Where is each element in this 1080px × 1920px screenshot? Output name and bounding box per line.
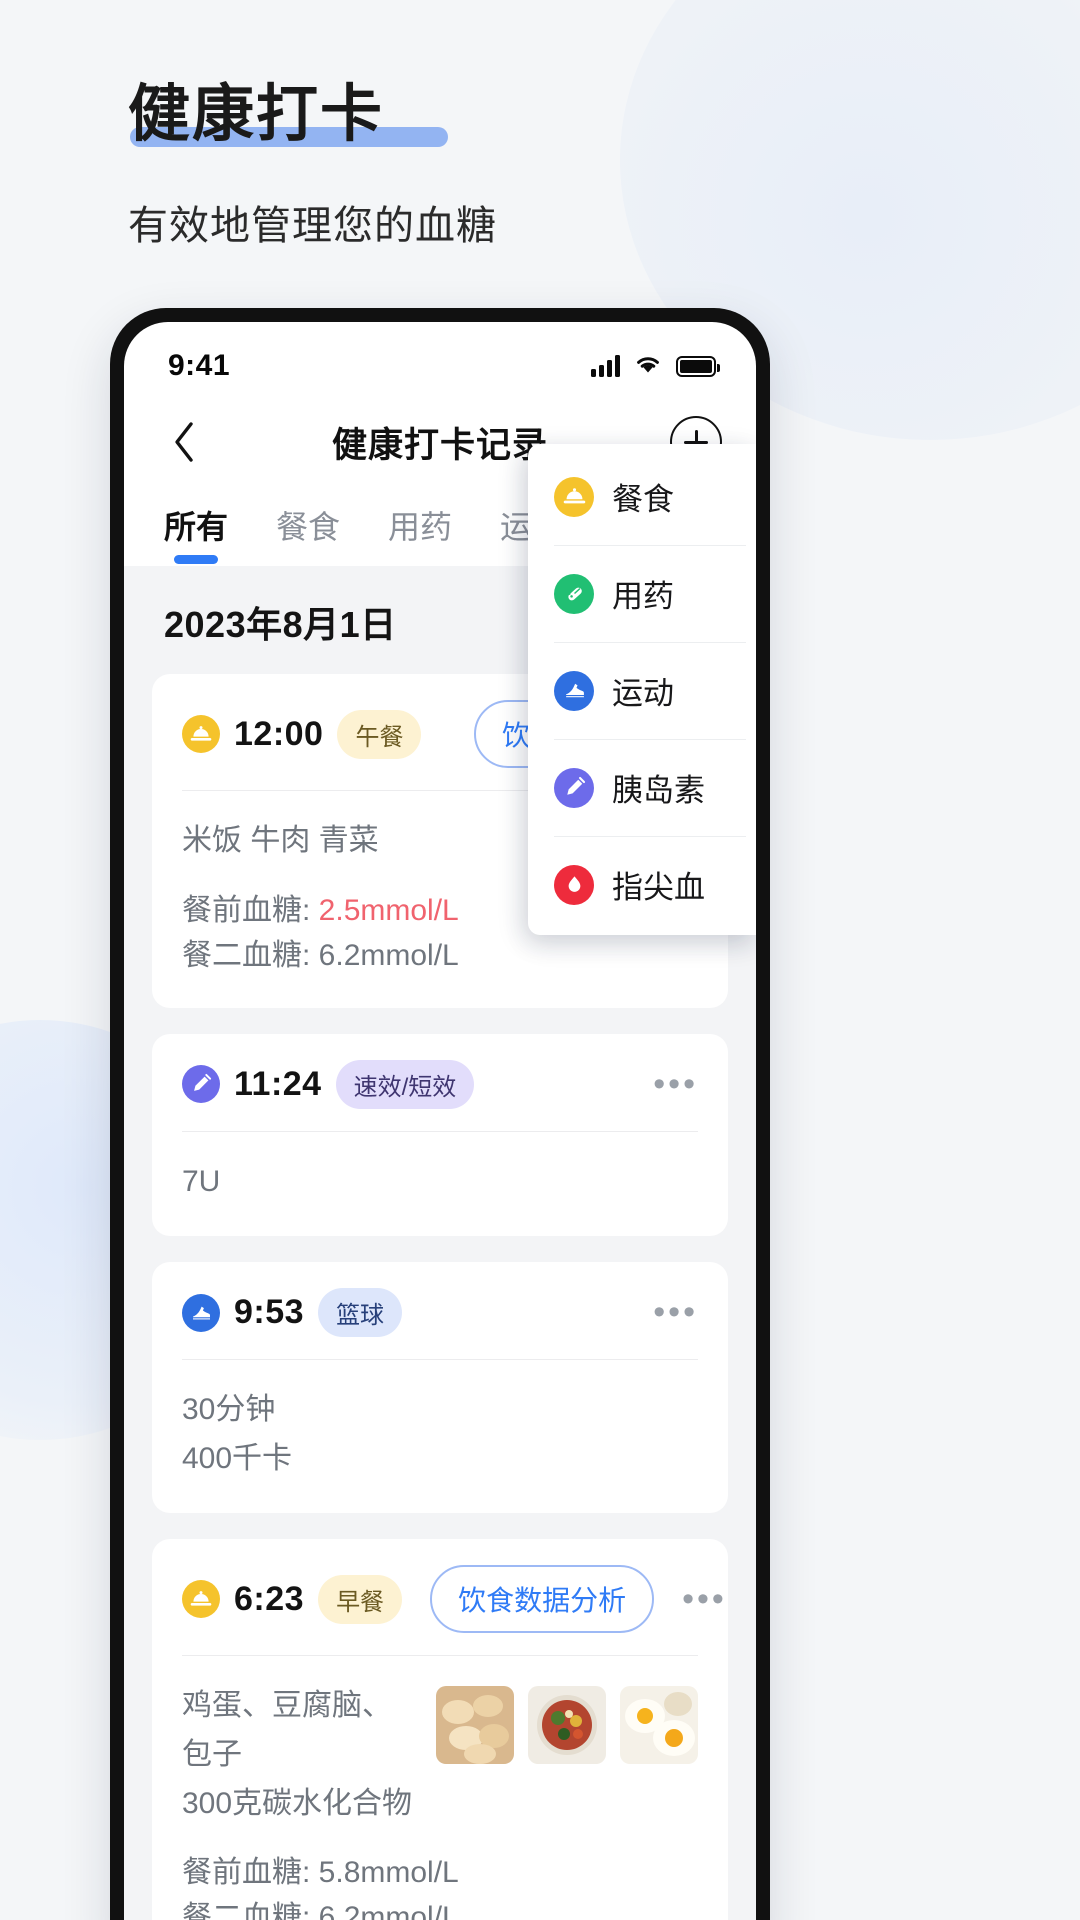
hero-title-wrap: 健康打卡: [128, 78, 448, 151]
card-body: 7U: [152, 1132, 728, 1225]
syringe-icon: [554, 767, 594, 808]
record-time: 6:23: [234, 1579, 305, 1618]
more-horizontal-icon[interactable]: •••: [668, 1582, 727, 1617]
record-time: 11:24: [234, 1064, 322, 1103]
wifi-icon: [633, 353, 663, 380]
insulin-dose: 7U: [182, 1164, 221, 1198]
salad-bowl-photo[interactable]: [528, 1686, 606, 1765]
meal-food-list: 鸡蛋、豆腐脑、包子: [182, 1689, 392, 1771]
meal-photo-strip: [436, 1682, 698, 1765]
status-bar-icons: [591, 353, 720, 380]
record-card-exercise[interactable]: 9:53 篮球 ••• 30分钟 400千卡: [152, 1262, 728, 1514]
card-body: 30分钟 400千卡: [152, 1360, 728, 1501]
post-meal-glucose-row: 餐二血糖: 6.2mmol/L: [182, 933, 698, 978]
pre-meal-glucose-row: 餐前血糖: 5.8mmol/L: [182, 1850, 698, 1895]
dropdown-item-meal[interactable]: 餐食: [528, 448, 756, 545]
hero-subtitle: 有效地管理您的血糖: [128, 204, 497, 249]
chevron-left-icon: [175, 422, 193, 462]
pre-meal-glucose-value: 5.8mmol/L: [318, 1856, 459, 1890]
record-badge: 篮球: [318, 1288, 403, 1338]
card-header: 9:53 篮球 •••: [152, 1262, 728, 1359]
exercise-calories: 400千卡: [182, 1441, 293, 1475]
battery-full-icon: [676, 355, 720, 377]
dumplings-photo[interactable]: [436, 1686, 514, 1765]
dropdown-item-label: 指尖血: [612, 870, 705, 905]
back-button[interactable]: [158, 416, 210, 468]
meal-carbs: 300克碳水化合物: [182, 1786, 413, 1820]
card-body: 鸡蛋、豆腐脑、包子 300克碳水化合物 餐前血糖: 5.8mmol/L 餐二血糖…: [152, 1656, 728, 1920]
dropdown-item-medication[interactable]: 用药: [528, 545, 756, 642]
pill-icon: [554, 573, 594, 614]
tab-all[interactable]: 所有: [164, 502, 228, 566]
fried-eggs-photo[interactable]: [620, 1686, 698, 1765]
food-dome-icon: [554, 476, 594, 517]
post-meal-glucose-label: 餐二血糖:: [182, 938, 319, 972]
page-root: 健康打卡 有效地管理您的血糖 9:41 健康打卡记录 所有 餐食 用药 2023…: [0, 0, 1080, 1920]
dropdown-item-fingertip-blood[interactable]: 指尖血: [528, 836, 756, 933]
exercise-duration: 30分钟: [182, 1393, 276, 1427]
tab-label: 所有: [164, 509, 229, 545]
cellular-signal-icon: [591, 355, 620, 377]
post-meal-glucose-value: 6.2mmol/L: [318, 1901, 459, 1920]
pre-meal-glucose-value: 2.5mmol/L: [318, 893, 459, 927]
add-record-dropdown[interactable]: 餐食 用药 运动 胰岛素 指尖血: [528, 444, 756, 935]
food-dome-icon: [182, 715, 220, 753]
card-header: 11:24 速效/短效 •••: [152, 1034, 728, 1131]
dropdown-item-exercise[interactable]: 运动: [528, 642, 756, 739]
record-time: 9:53: [234, 1293, 305, 1332]
dropdown-item-label: 运动: [612, 676, 674, 711]
diet-analysis-button[interactable]: 饮食数据分析: [430, 1565, 655, 1634]
blood-drop-icon: [554, 864, 594, 905]
tab-meal[interactable]: 餐食: [276, 502, 340, 566]
more-horizontal-icon[interactable]: •••: [639, 1295, 698, 1330]
phone-screen: 9:41 健康打卡记录 所有 餐食 用药 2023年8月1日 12:00 午餐 …: [124, 322, 756, 1920]
pre-meal-glucose-label: 餐前血糖:: [182, 1856, 319, 1890]
record-card-meal-breakfast[interactable]: 6:23 早餐 饮食数据分析 ••• 鸡蛋、豆腐脑、包子 300克碳水化合物 餐…: [152, 1539, 728, 1920]
tab-medication[interactable]: 用药: [388, 502, 452, 566]
running-shoe-icon: [554, 670, 594, 711]
meal-text-block: 鸡蛋、豆腐脑、包子 300克碳水化合物: [182, 1682, 416, 1828]
record-badge: 速效/短效: [335, 1059, 475, 1109]
record-card-insulin[interactable]: 11:24 速效/短效 ••• 7U: [152, 1033, 728, 1237]
food-dome-icon: [182, 1580, 220, 1619]
phone-mockup: 9:41 健康打卡记录 所有 餐食 用药 2023年8月1日 12:00 午餐 …: [110, 308, 770, 1920]
dropdown-item-label: 用药: [612, 579, 674, 614]
post-meal-glucose-label: 餐二血糖:: [182, 1901, 319, 1920]
page-title: 健康打卡: [128, 80, 385, 149]
more-horizontal-icon[interactable]: •••: [639, 1067, 698, 1102]
pre-meal-glucose-label: 餐前血糖:: [182, 893, 319, 927]
card-header: 6:23 早餐 饮食数据分析 •••: [152, 1539, 728, 1655]
post-meal-glucose-row: 餐二血糖: 6.2mmol/L: [182, 1895, 698, 1920]
record-time: 12:00: [234, 714, 324, 753]
dropdown-item-insulin[interactable]: 胰岛素: [528, 739, 756, 836]
tab-label: 用药: [388, 509, 453, 545]
meal-summary-row: 鸡蛋、豆腐脑、包子 300克碳水化合物: [182, 1682, 698, 1828]
tab-label: 餐食: [276, 509, 341, 545]
record-badge: 早餐: [318, 1574, 403, 1624]
status-bar-time: 9:41: [168, 349, 231, 382]
dropdown-item-label: 胰岛素: [612, 773, 705, 808]
status-bar: 9:41: [124, 322, 756, 396]
syringe-icon: [182, 1065, 220, 1104]
hero-section: 健康打卡 有效地管理您的血糖: [0, 0, 1080, 251]
record-badge: 午餐: [337, 709, 422, 759]
running-shoe-icon: [182, 1293, 220, 1332]
dropdown-item-label: 餐食: [612, 482, 674, 517]
post-meal-glucose-value: 6.2mmol/L: [318, 938, 459, 972]
